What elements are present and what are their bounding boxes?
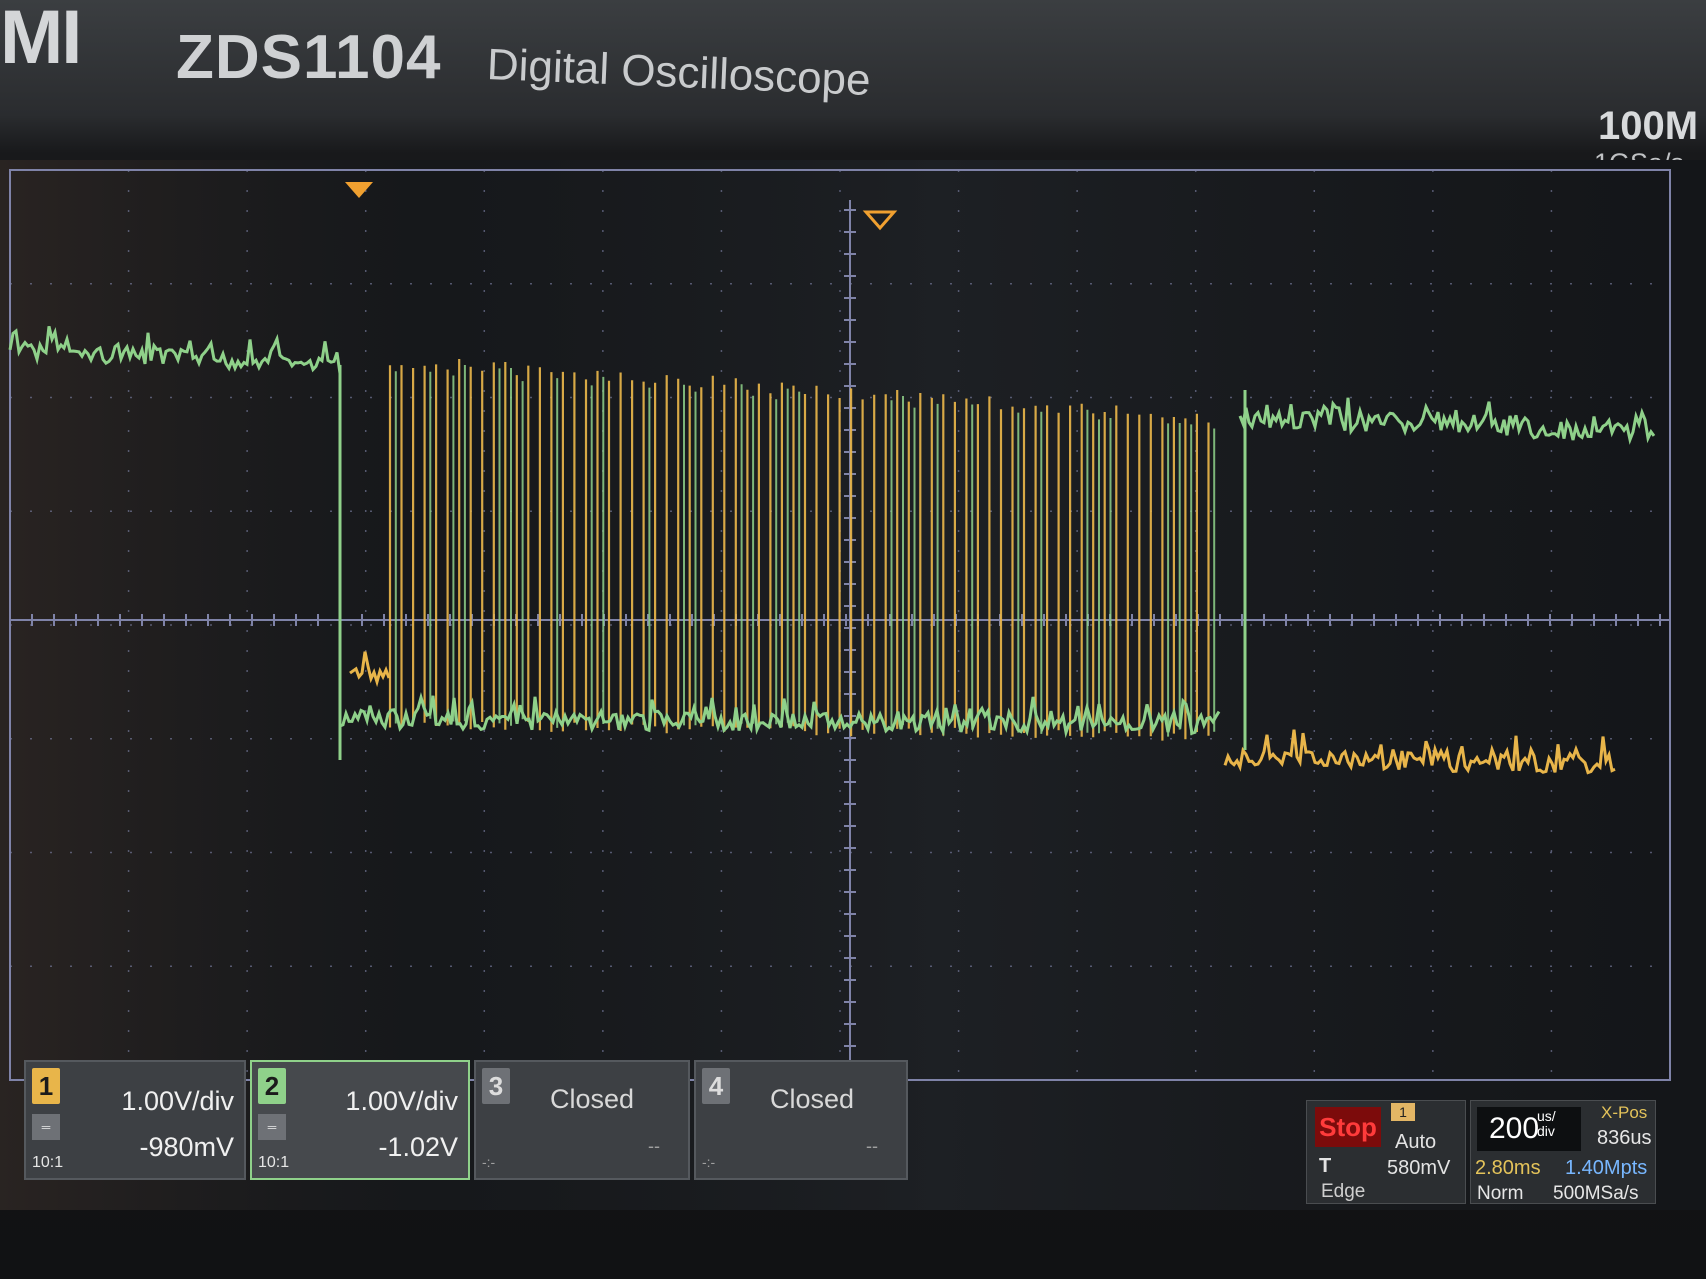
waveform-svg [0, 160, 1706, 1210]
sample-rate: 500MSa/s [1553, 1183, 1639, 1204]
trigger-box[interactable]: Stop 1 Auto T 580mV Edge [1306, 1100, 1466, 1204]
channel-4-status: Closed [770, 1084, 855, 1114]
channel-3-status: Closed [550, 1084, 635, 1114]
channel-4-box[interactable]: 4 Closed -- -:- [694, 1060, 908, 1180]
timebase-value: 200 [1477, 1107, 1581, 1151]
channel-1-offset: -980mV [139, 1132, 234, 1162]
channel-2-box[interactable]: 2 ═ 10:1 1.00V/div -1.02V [250, 1060, 470, 1180]
channel-2-number: 2 [258, 1068, 286, 1104]
trigger-level: 580mV [1387, 1157, 1451, 1179]
oscilloscope-header: MI ZDS1104 Digital Oscilloscope 100M 1GS… [0, 0, 1706, 178]
xpos-value: 836us [1597, 1127, 1652, 1149]
brand-logo: MI [0, 0, 82, 80]
channel-2-scale: 1.00V/div [345, 1086, 458, 1116]
horizontal-box[interactable]: 200 us/div X-Pos 836us 2.80ms 1.40Mpts N… [1470, 1100, 1656, 1204]
device-subtitle: Digital Oscilloscope [485, 40, 872, 106]
memory-depth: 1.40Mpts [1565, 1157, 1648, 1179]
channel-3-box[interactable]: 3 Closed -- -:- [474, 1060, 690, 1180]
bandwidth-label: 100M [1598, 104, 1699, 148]
trigger-mode: Auto [1395, 1131, 1437, 1153]
channel-1-box[interactable]: 1 ═ 10:1 1.00V/div -980mV [24, 1060, 246, 1180]
channel-1-number: 1 [32, 1068, 60, 1104]
channel-3-number: 3 [482, 1068, 510, 1104]
channel-4-dash: -- [866, 1136, 878, 1156]
screen-glare [0, 160, 1706, 1210]
timebase-unit-bottom: div [1537, 1123, 1555, 1139]
trigger-type-label: T [1319, 1155, 1332, 1177]
channel-2-offset: -1.02V [378, 1132, 458, 1162]
channel-4-number: 4 [702, 1068, 730, 1104]
channel-1-scale: 1.00V/div [121, 1086, 234, 1116]
trigger-source-badge: 1 [1391, 1103, 1415, 1121]
waveform-display [0, 160, 1706, 1210]
xpos-label: X-Pos [1601, 1103, 1648, 1122]
status-panel: 1 ═ 10:1 1.00V/div -980mV 2 ═ 10:1 1.00V… [0, 1060, 1706, 1210]
channel-1-probe: 10:1 [32, 1154, 64, 1171]
channel-1-coupling-icon: ═ [32, 1114, 60, 1140]
acquisition-mode: Norm [1477, 1183, 1524, 1204]
channel-2-probe: 10:1 [258, 1154, 290, 1171]
channel-4-probe-dash: -:- [702, 1154, 716, 1170]
trigger-type: Edge [1321, 1181, 1366, 1202]
channel-2-coupling-icon: ═ [258, 1114, 286, 1140]
channel-3-probe-dash: -:- [482, 1154, 496, 1170]
run-stop-indicator[interactable]: Stop [1315, 1107, 1381, 1147]
channel-3-dash: -- [648, 1136, 660, 1156]
timebase-unit-top: us/ [1537, 1108, 1556, 1124]
model-name: ZDS1104 [176, 23, 442, 92]
record-duration: 2.80ms [1475, 1157, 1541, 1179]
timebase-unit: us/div [1537, 1109, 1556, 1139]
